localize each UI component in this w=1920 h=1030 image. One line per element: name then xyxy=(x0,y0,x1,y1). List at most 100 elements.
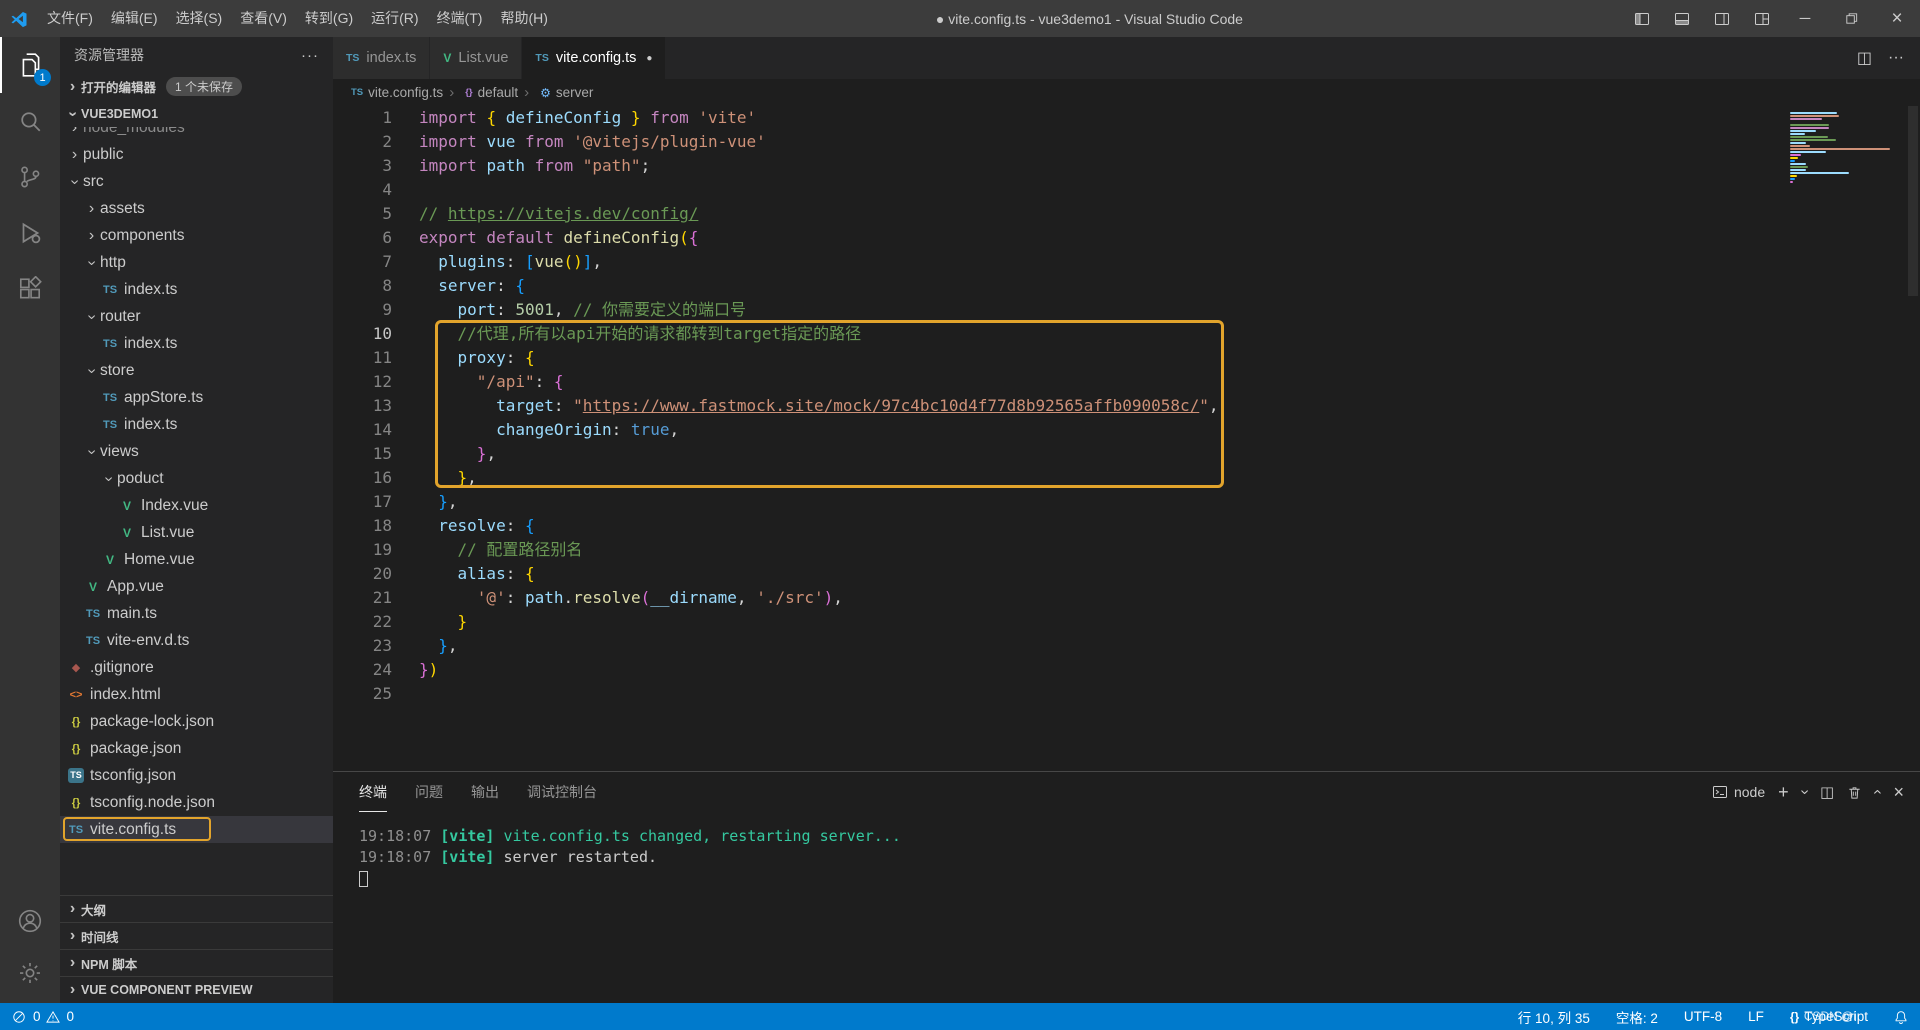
workspace-root-header[interactable]: › VUE3DEMO1 xyxy=(60,100,333,127)
tree-item[interactable]: › components xyxy=(60,222,333,249)
tree-item[interactable]: TS index.ts xyxy=(60,411,333,438)
tree-item[interactable]: TS appStore.ts xyxy=(60,384,333,411)
tree-item[interactable]: TS index.ts xyxy=(60,276,333,303)
toggle-sidebar-icon[interactable] xyxy=(1622,0,1662,37)
code-line: 23 }, xyxy=(333,634,1920,658)
toggle-panel-icon[interactable] xyxy=(1662,0,1702,37)
menu-item[interactable]: 转到(G) xyxy=(296,0,362,37)
tree-item[interactable]: TS vite.config.ts xyxy=(60,816,333,843)
editor-tab[interactable]: V List.vue xyxy=(430,37,522,79)
settings-button[interactable] xyxy=(0,947,60,999)
sidebar-section[interactable]: › NPM 脚本 xyxy=(60,949,333,976)
tree-item[interactable]: TS tsconfig.json xyxy=(60,762,333,789)
panel-tab[interactable]: 问题 xyxy=(415,772,443,812)
tree-item[interactable]: › assets xyxy=(60,195,333,222)
tree-item[interactable]: › src xyxy=(60,168,333,195)
menu-bar: 文件(F) 编辑(E) 选择(S) 查看(V) 转到(G) 运行(R) 终端(T) 帮助(H) xyxy=(38,0,557,37)
editor-tab[interactable]: TS index.ts xyxy=(333,37,430,79)
tree-item[interactable]: V Home.vue xyxy=(60,546,333,573)
menu-item[interactable]: 文件(F) xyxy=(38,0,102,37)
activity-search[interactable] xyxy=(0,93,60,149)
breadcrumb-item[interactable]: › ⚙ server xyxy=(518,84,593,101)
kill-terminal-icon[interactable] xyxy=(1847,785,1862,800)
tree-item[interactable]: {} tsconfig.node.json xyxy=(60,789,333,816)
split-editor-icon[interactable]: ◫ xyxy=(1857,48,1872,68)
eol-selector[interactable]: LF xyxy=(1748,1009,1764,1024)
restore-button[interactable] xyxy=(1828,0,1874,37)
accounts-button[interactable] xyxy=(0,895,60,947)
scrollbar-thumb[interactable] xyxy=(1908,106,1918,296)
tree-item[interactable]: <> index.html xyxy=(60,681,333,708)
close-panel-icon[interactable]: × xyxy=(1893,782,1904,803)
tree-item[interactable]: V App.vue xyxy=(60,573,333,600)
editor-scrollbar[interactable] xyxy=(1906,106,1920,771)
terminal-profile[interactable]: node xyxy=(1712,784,1765,800)
close-button[interactable]: × xyxy=(1874,0,1920,37)
new-terminal-icon[interactable]: + xyxy=(1778,782,1789,803)
language-mode[interactable]: {} TypeScript xyxy=(1790,1009,1868,1024)
maximize-panel-icon[interactable]: › xyxy=(1869,789,1887,794)
tree-item[interactable]: TS main.ts xyxy=(60,600,333,627)
activity-run-debug[interactable] xyxy=(0,205,60,261)
panel-tab[interactable]: 调试控制台 xyxy=(527,772,597,812)
tree-item[interactable]: TS index.ts xyxy=(60,330,333,357)
panel-tab[interactable]: 输出 xyxy=(471,772,499,812)
menu-item[interactable]: 编辑(E) xyxy=(102,0,167,37)
tree-item[interactable]: › http xyxy=(60,249,333,276)
menu-item[interactable]: 选择(S) xyxy=(167,0,232,37)
tree-item[interactable]: › node_modules xyxy=(60,127,333,141)
indentation[interactable]: 空格: 2 xyxy=(1616,1007,1658,1027)
encoding[interactable]: UTF-8 xyxy=(1684,1009,1722,1024)
sidebar-section[interactable]: › 时间线 xyxy=(60,922,333,949)
activity-extensions[interactable] xyxy=(0,261,60,317)
breadcrumb-item[interactable]: TS vite.config.ts xyxy=(351,85,443,100)
more-actions-icon[interactable]: ··· xyxy=(301,47,319,64)
activity-source-control[interactable] xyxy=(0,149,60,205)
tree-item[interactable]: › public xyxy=(60,141,333,168)
tree-item[interactable]: › router xyxy=(60,303,333,330)
customize-layout-icon[interactable] xyxy=(1742,0,1782,37)
menu-item[interactable]: 查看(V) xyxy=(231,0,296,37)
tree-item[interactable]: › poduct xyxy=(60,465,333,492)
terminal[interactable]: 19:18:07 [vite] vite.config.ts changed, … xyxy=(333,812,1920,1003)
editor-tab[interactable]: TS vite.config.ts ● xyxy=(522,37,666,79)
menu-item[interactable]: 运行(R) xyxy=(362,0,427,37)
menu-item[interactable]: 终端(T) xyxy=(428,0,492,37)
notifications-bell-icon[interactable] xyxy=(1894,1010,1908,1024)
minimize-button[interactable]: ─ xyxy=(1782,0,1828,37)
open-editors-header[interactable]: › 打开的编辑器 1 个未保存 xyxy=(60,73,333,100)
tree-item[interactable]: › store xyxy=(60,357,333,384)
problems-indicator[interactable]: 0 0 xyxy=(12,1009,74,1024)
file-icon: {} xyxy=(71,715,81,728)
tree-item-label: package-lock.json xyxy=(90,712,215,730)
panel-tab[interactable]: 终端 xyxy=(359,772,387,812)
file-icon: ◆ xyxy=(71,662,81,674)
split-terminal-icon[interactable]: ◫ xyxy=(1820,783,1834,801)
sidebar-section[interactable]: › VUE COMPONENT PREVIEW xyxy=(60,976,333,1003)
tree-item[interactable]: {} package-lock.json xyxy=(60,708,333,735)
tree-item[interactable]: › views xyxy=(60,438,333,465)
tree-item[interactable]: TS vite-env.d.ts xyxy=(60,627,333,654)
code-line: 16 }, xyxy=(333,466,1920,490)
tree-item-label: App.vue xyxy=(107,577,164,595)
toggle-secondary-sidebar-icon[interactable] xyxy=(1702,0,1742,37)
terminal-dropdown-icon[interactable]: › xyxy=(1795,789,1813,794)
code-line: 13 target: "https://www.fastmock.site/mo… xyxy=(333,394,1920,418)
cursor-position[interactable]: 行 10, 列 35 xyxy=(1518,1007,1590,1027)
editor-more-actions-icon[interactable]: ··· xyxy=(1888,49,1904,67)
breadcrumb-item[interactable]: › {} default xyxy=(443,84,518,101)
tree-item[interactable]: V List.vue xyxy=(60,519,333,546)
section-label: NPM 脚本 xyxy=(81,957,138,972)
tree-item-label: node_modules xyxy=(83,127,185,136)
tree-item[interactable]: V Index.vue xyxy=(60,492,333,519)
sidebar-section[interactable]: › 大纲 xyxy=(60,895,333,922)
line-number: 25 xyxy=(372,684,392,703)
tree-item[interactable]: {} package.json xyxy=(60,735,333,762)
tree-item[interactable]: ◆ .gitignore xyxy=(60,654,333,681)
minimap[interactable] xyxy=(1790,112,1896,187)
activity-explorer[interactable]: 1 xyxy=(0,37,60,93)
code-editor[interactable]: 1 import { defineConfig } from 'vite' 2 … xyxy=(333,106,1920,771)
code-line: 9 port: 5001, // 你需要定义的端口号 xyxy=(333,298,1920,322)
gear-icon xyxy=(20,963,40,983)
menu-item[interactable]: 帮助(H) xyxy=(491,0,556,37)
